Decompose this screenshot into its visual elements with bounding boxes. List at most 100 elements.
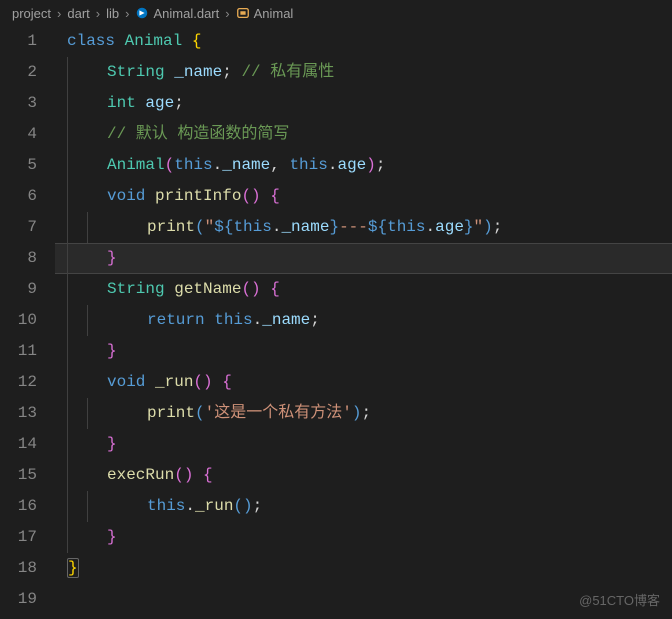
code-line[interactable]: }: [55, 243, 672, 274]
indent-spaces: [67, 367, 87, 398]
line-number: 9: [0, 274, 37, 305]
indent-guide: [87, 491, 88, 522]
code-line[interactable]: return this._name;: [55, 305, 672, 336]
code-token: .: [272, 218, 282, 236]
code-editor[interactable]: 12345678910111213141516171819 class Anim…: [0, 26, 672, 615]
code-token: (: [195, 218, 205, 236]
indent-guide: [67, 181, 68, 212]
code-token: _name: [222, 156, 270, 174]
code-token: (): [233, 497, 252, 515]
code-token: ): [352, 404, 362, 422]
indent-guide: [67, 150, 68, 181]
breadcrumb-separator: ›: [225, 6, 229, 21]
code-token: return: [147, 311, 214, 329]
code-line[interactable]: }: [55, 336, 672, 367]
code-token: this: [147, 497, 185, 515]
breadcrumb-item-project[interactable]: project: [12, 6, 51, 21]
code-line-content: void printInfo() {: [107, 187, 280, 205]
code-line-content: // 默认 构造函数的简写: [107, 125, 289, 143]
code-token: {: [222, 373, 232, 391]
code-line[interactable]: Animal(this._name, this.age);: [55, 150, 672, 181]
code-area[interactable]: class Animal { String _name; // 私有属性 int…: [55, 26, 672, 615]
indent-guide: [87, 305, 88, 336]
code-token: (): [241, 187, 260, 205]
code-line[interactable]: String getName() {: [55, 274, 672, 305]
code-line[interactable]: }: [55, 429, 672, 460]
code-line[interactable]: }: [55, 522, 672, 553]
code-token: _name: [262, 311, 310, 329]
code-token: }: [329, 218, 339, 236]
line-number: 3: [0, 88, 37, 119]
code-token: ): [483, 218, 493, 236]
code-token: // 默认 构造函数的简写: [107, 125, 289, 143]
code-token: [261, 187, 271, 205]
code-line-content: void _run() {: [107, 373, 232, 391]
indent-guide: [67, 491, 68, 522]
code-token: getName: [174, 280, 241, 298]
class-icon: [236, 6, 250, 20]
indent-spaces: [67, 274, 87, 305]
breadcrumb-item-lib[interactable]: lib: [106, 6, 119, 21]
code-line[interactable]: print('这是一个私有方法');: [55, 398, 672, 429]
code-line[interactable]: this._run();: [55, 491, 672, 522]
code-line-content: }: [107, 342, 117, 360]
indent-spaces: [67, 181, 87, 212]
breadcrumb: project › dart › lib › Animal.dart › Ani…: [0, 0, 672, 26]
breadcrumb-item-file[interactable]: Animal.dart: [135, 6, 219, 21]
line-number: 16: [0, 491, 37, 522]
breadcrumb-separator: ›: [125, 6, 129, 21]
code-token: execRun: [107, 466, 174, 484]
line-number: 11: [0, 336, 37, 367]
code-token: [193, 466, 203, 484]
indent-spaces: [67, 460, 87, 491]
code-line[interactable]: String _name; // 私有属性: [55, 57, 672, 88]
indent-spaces: [67, 57, 87, 88]
line-number: 12: [0, 367, 37, 398]
code-token: (): [174, 466, 193, 484]
breadcrumb-item-class[interactable]: Animal: [236, 6, 294, 21]
code-token: (: [165, 156, 175, 174]
code-token: _name: [174, 63, 222, 81]
indent-spaces: [67, 336, 87, 367]
code-token: ;: [310, 311, 320, 329]
breadcrumb-separator: ›: [96, 6, 100, 21]
code-token: .: [185, 497, 195, 515]
code-line[interactable]: }: [55, 553, 672, 584]
code-line[interactable]: // 默认 构造函数的简写: [55, 119, 672, 150]
code-token: age: [435, 218, 464, 236]
code-line-content: }: [107, 435, 117, 453]
indent-guide: [87, 398, 88, 429]
code-token: this: [387, 218, 425, 236]
code-token: printInfo: [155, 187, 241, 205]
code-token: [213, 373, 223, 391]
code-token: }: [67, 558, 79, 578]
code-token: {: [270, 280, 280, 298]
dart-file-icon: [135, 6, 149, 20]
code-line[interactable]: int age;: [55, 88, 672, 119]
code-token: ;: [361, 404, 371, 422]
line-number: 19: [0, 584, 37, 615]
code-line[interactable]: void printInfo() {: [55, 181, 672, 212]
code-token: (: [195, 404, 205, 422]
code-token: {: [270, 187, 280, 205]
code-token: ;: [376, 156, 386, 174]
indent-guide: [67, 243, 68, 274]
code-line[interactable]: print("${this._name}---${this.age}");: [55, 212, 672, 243]
code-line-content: Animal(this._name, this.age);: [107, 156, 386, 174]
code-token: int: [107, 94, 145, 112]
code-token: _name: [281, 218, 329, 236]
breadcrumb-separator: ›: [57, 6, 61, 21]
code-token: this: [289, 156, 327, 174]
line-number: 18: [0, 553, 37, 584]
code-token: this: [174, 156, 212, 174]
code-token: _run: [155, 373, 193, 391]
code-line[interactable]: execRun() {: [55, 460, 672, 491]
indent-spaces: [67, 150, 87, 181]
code-line-content: String getName() {: [107, 280, 280, 298]
code-line[interactable]: void _run() {: [55, 367, 672, 398]
code-token: ${: [214, 218, 233, 236]
code-line[interactable]: class Animal {: [55, 26, 672, 57]
code-token: {: [203, 466, 213, 484]
breadcrumb-item-dart[interactable]: dart: [67, 6, 89, 21]
code-token: (): [193, 373, 212, 391]
